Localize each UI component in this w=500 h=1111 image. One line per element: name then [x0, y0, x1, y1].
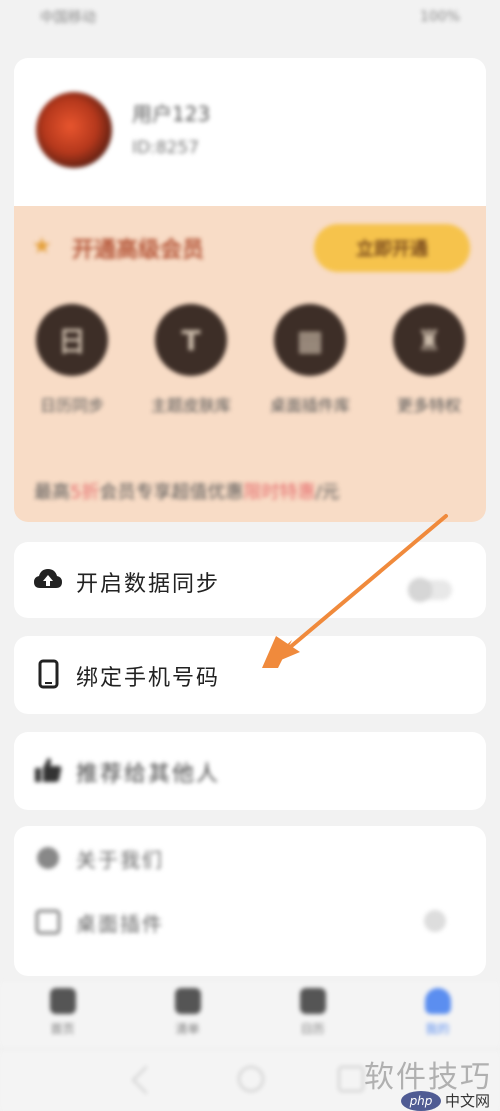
vip-title: 开通高级会员: [72, 238, 205, 263]
profile-card[interactable]: 用户123 ID:8257: [14, 58, 486, 208]
widget-indicator: [424, 910, 446, 932]
perk-label: 桌面插件库: [270, 396, 351, 415]
perk-item[interactable]: 日 日历同步: [32, 304, 112, 418]
widget-label[interactable]: 桌面插件: [76, 908, 164, 937]
nav-label: 首页: [50, 1022, 75, 1036]
carrier-text: 中国移动: [40, 10, 96, 26]
logo-text: 中文网: [444, 1092, 490, 1110]
perk-label: 更多特权: [396, 396, 461, 415]
more-icon: ♜: [393, 304, 465, 376]
bind-phone-label: 绑定手机号码: [76, 666, 221, 691]
about-label[interactable]: 关于我们: [76, 844, 164, 873]
perk-item[interactable]: ▦ 桌面插件库: [270, 304, 350, 418]
cloud-upload-icon: [34, 569, 62, 588]
info-icon: [37, 847, 59, 869]
crown-icon: ★: [32, 234, 52, 259]
list-icon: [174, 988, 201, 1014]
recents-icon[interactable]: [338, 1066, 364, 1092]
vip-footer-promo: 限时特惠: [243, 482, 316, 503]
sync-toggle[interactable]: [408, 578, 452, 602]
user-id: ID:8257: [132, 138, 200, 158]
status-bar: 中国移动 100%: [0, 0, 500, 34]
toggle-knob: [408, 578, 432, 602]
battery-text: 100%: [419, 9, 460, 25]
vip-footer: 最高5折会员专享超值优惠限时特惠/元: [34, 478, 340, 504]
sync-row[interactable]: 开启数据同步: [14, 542, 486, 618]
perk-item[interactable]: T 主题皮肤库: [151, 304, 231, 418]
nav-label: 我的: [425, 1022, 450, 1036]
vip-footer-discount: 5折: [70, 482, 100, 503]
username: 用户123: [132, 102, 211, 126]
perk-label: 主题皮肤库: [151, 396, 232, 415]
nav-home[interactable]: 首页: [0, 982, 125, 1046]
settings-card: 关于我们 桌面插件: [14, 826, 486, 976]
home-icon: [49, 988, 76, 1014]
widget-icon: [35, 909, 61, 935]
vip-footer-middle: 会员专享超值优惠: [99, 482, 244, 503]
vip-footer-prefix: 最高: [34, 482, 70, 503]
bind-phone-row[interactable]: 绑定手机号码: [14, 636, 486, 714]
nav-list[interactable]: 清单: [125, 982, 250, 1046]
vip-open-button[interactable]: 立即开通: [314, 224, 470, 272]
perk-label: 日历同步: [39, 396, 104, 415]
bottom-nav: 首页 清单 日历 我的: [0, 982, 500, 1046]
nav-calendar[interactable]: 日历: [250, 982, 375, 1046]
widget-icon: ▦: [274, 304, 346, 376]
calendar-icon: 日: [36, 304, 108, 376]
recommend-label: 推荐给其他人: [76, 762, 221, 787]
theme-icon: T: [155, 304, 227, 376]
php-badge: php: [400, 1090, 441, 1111]
calendar-icon: [299, 988, 326, 1014]
avatar[interactable]: [36, 92, 112, 168]
user-icon: [424, 988, 451, 1014]
nav-label: 清单: [175, 1022, 200, 1036]
vip-card[interactable]: ★ 开通高级会员 立即开通 日 日历同步 T 主题皮肤库 ▦ 桌面插件库 ♜ 更…: [14, 206, 486, 522]
site-logo: php 中文网: [400, 1090, 490, 1111]
vip-footer-suffix: /元: [315, 482, 340, 503]
back-icon[interactable]: [131, 1065, 161, 1095]
perk-item[interactable]: ♜ 更多特权: [389, 304, 469, 418]
nav-label: 日历: [300, 1022, 325, 1036]
home-circle-icon[interactable]: [238, 1066, 264, 1092]
phone-icon: [38, 659, 59, 689]
sync-label: 开启数据同步: [76, 572, 221, 597]
nav-me[interactable]: 我的: [375, 982, 500, 1046]
recommend-row[interactable]: 推荐给其他人: [14, 732, 486, 810]
thumbs-up-icon: [35, 758, 62, 782]
